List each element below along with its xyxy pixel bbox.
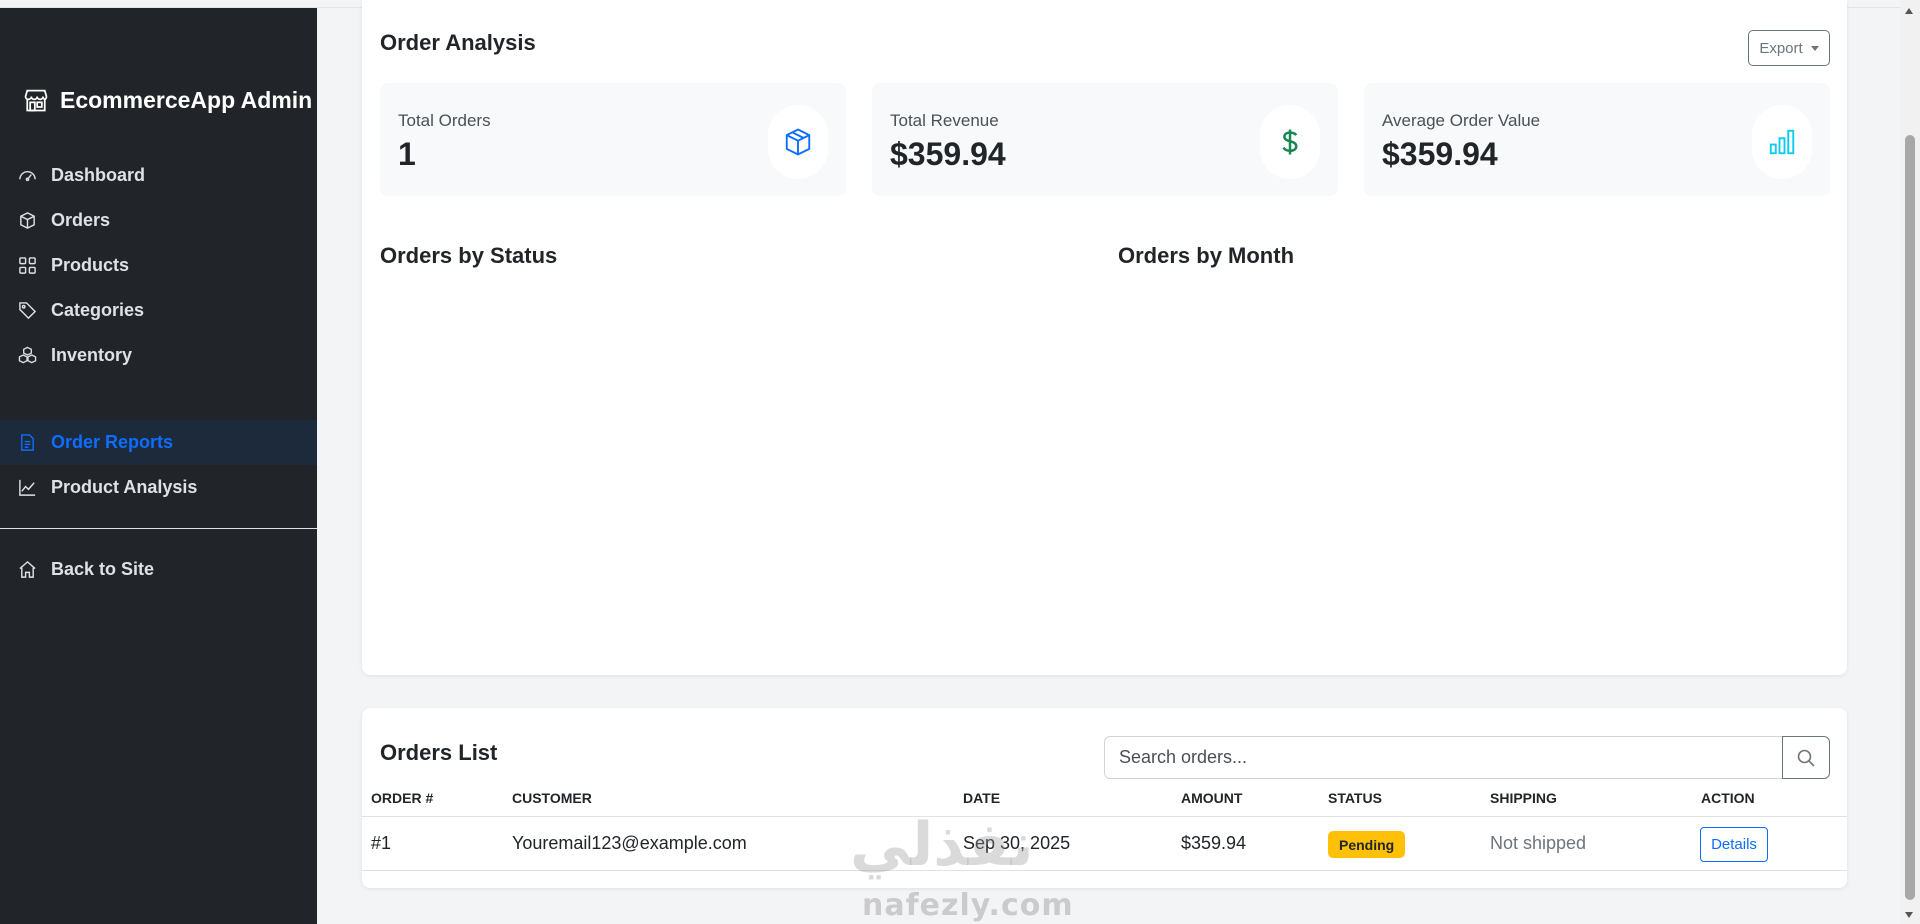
orders-by-month-title: Orders by Month bbox=[1118, 243, 1295, 268]
stat-icon-wrap bbox=[768, 105, 828, 179]
box-icon bbox=[785, 128, 811, 156]
cell-shipping: Not shipped bbox=[1490, 833, 1587, 853]
watermark-logo: نفذلي bbox=[850, 810, 1034, 880]
status-badge: Pending bbox=[1328, 831, 1406, 858]
speedometer-icon bbox=[19, 171, 36, 182]
brand-name: EcommerceApp Admin bbox=[60, 86, 313, 113]
watermark-text: nafezly.com bbox=[862, 888, 1074, 923]
brand[interactable]: EcommerceApp Admin bbox=[22, 86, 312, 114]
house-icon bbox=[19, 560, 36, 578]
stat-icon-wrap bbox=[1752, 105, 1812, 179]
stat-label: Total Orders bbox=[398, 111, 491, 130]
sidebar-item-products[interactable]: Products bbox=[0, 243, 317, 288]
grid-icon bbox=[19, 257, 36, 274]
sidebar-item-label: Categories bbox=[51, 300, 145, 320]
stat-average-order-value: Average Order Value $359.94 bbox=[1364, 83, 1830, 196]
chevron-down-icon bbox=[1810, 45, 1819, 51]
column-header-shipping[interactable]: SHIPPING bbox=[1490, 790, 1557, 806]
sidebar-item-order-reports[interactable]: Order Reports bbox=[0, 420, 317, 465]
column-header-date[interactable]: DATE bbox=[963, 790, 1000, 806]
stat-value: $359.94 bbox=[890, 136, 1006, 172]
stat-total-orders: Total Orders 1 bbox=[380, 83, 846, 196]
scroll-down-icon[interactable] bbox=[1905, 912, 1913, 918]
sidebar-item-label: Orders bbox=[51, 210, 111, 230]
sidebar-item-categories[interactable]: Categories bbox=[0, 288, 317, 333]
scrollbar-thumb[interactable] bbox=[1905, 135, 1915, 900]
cell-amount: $359.94 bbox=[1181, 833, 1247, 853]
sidebar-item-label: Back to Site bbox=[51, 559, 155, 579]
search-icon bbox=[1797, 749, 1815, 767]
sidebar-item-orders[interactable]: Orders bbox=[0, 198, 317, 243]
table-row-divider bbox=[362, 870, 1847, 871]
sidebar-divider bbox=[0, 528, 317, 529]
scroll-up-icon[interactable] bbox=[1905, 8, 1913, 14]
file-text-icon bbox=[21, 434, 34, 451]
search-orders-input[interactable] bbox=[1104, 736, 1783, 779]
column-header-order[interactable]: ORDER # bbox=[371, 790, 433, 806]
sidebar-item-label: Products bbox=[51, 255, 130, 275]
sidebar-item-inventory[interactable]: Inventory bbox=[0, 333, 317, 378]
cell-order: #1 bbox=[371, 833, 392, 853]
stat-label: Average Order Value bbox=[1382, 111, 1541, 130]
stat-icon-wrap bbox=[1260, 105, 1320, 179]
orders-list-title: Orders List bbox=[380, 740, 498, 765]
export-button[interactable]: Export bbox=[1748, 30, 1830, 66]
sidebar-item-product-analysis[interactable]: Product Analysis bbox=[0, 465, 317, 510]
order-analysis-title: Order Analysis bbox=[380, 30, 536, 55]
tags-icon bbox=[19, 302, 37, 320]
boxes-icon bbox=[18, 346, 37, 364]
stat-label: Total Revenue bbox=[890, 111, 999, 130]
stat-total-revenue: Total Revenue $359.94 bbox=[872, 83, 1338, 196]
sidebar-item-dashboard[interactable]: Dashboard bbox=[0, 153, 317, 198]
column-header-amount[interactable]: AMOUNT bbox=[1181, 790, 1242, 806]
graph-up-icon bbox=[19, 479, 36, 496]
sidebar: EcommerceApp Admin Dashboard Orders Prod… bbox=[0, 8, 317, 924]
export-label: Export bbox=[1759, 39, 1803, 57]
sidebar-item-label: Dashboard bbox=[51, 165, 146, 185]
sidebar-item-back-to-site[interactable]: Back to Site bbox=[0, 547, 317, 592]
sidebar-item-label: Order Reports bbox=[51, 432, 174, 452]
search-button[interactable] bbox=[1782, 736, 1830, 779]
orders-by-status-title: Orders by Status bbox=[380, 243, 558, 268]
box-icon bbox=[20, 212, 35, 229]
sidebar-item-label: Product Analysis bbox=[51, 477, 198, 497]
dollar-icon bbox=[1282, 129, 1298, 155]
shop-icon bbox=[24, 89, 48, 112]
bar-chart-icon bbox=[1769, 129, 1795, 155]
details-button[interactable]: Details bbox=[1700, 827, 1768, 862]
column-header-status[interactable]: STATUS bbox=[1328, 790, 1382, 806]
sidebar-item-label: Inventory bbox=[51, 345, 133, 365]
table-header-divider bbox=[362, 816, 1847, 817]
stat-value: $359.94 bbox=[1382, 136, 1498, 172]
column-header-action[interactable]: ACTION bbox=[1701, 790, 1755, 806]
stat-value: 1 bbox=[398, 136, 416, 172]
cell-customer: Youremail123@example.com bbox=[512, 833, 747, 853]
column-header-customer[interactable]: CUSTOMER bbox=[512, 790, 592, 806]
